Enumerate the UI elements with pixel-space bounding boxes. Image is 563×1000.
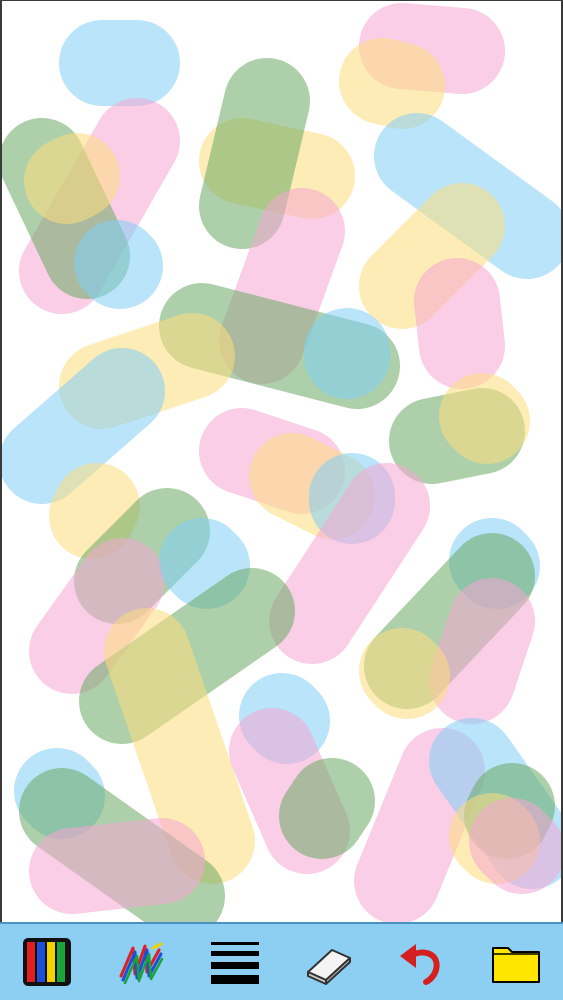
brush-stroke-green xyxy=(279,758,375,859)
brush-stroke-blue xyxy=(159,518,250,609)
stroke-layer xyxy=(2,3,561,922)
brush-stroke-green xyxy=(199,58,310,249)
open-folder-button[interactable] xyxy=(485,931,547,993)
brush-stroke-pink xyxy=(469,798,561,894)
brush-stroke-blue xyxy=(74,220,163,309)
brush-stroke-yellow xyxy=(439,373,530,464)
eraser-icon xyxy=(307,949,352,985)
brush-stroke-yellow xyxy=(339,38,445,129)
drawing-canvas[interactable] xyxy=(2,1,561,922)
brush-stroke-pink xyxy=(429,578,535,724)
drawing-app xyxy=(0,0,563,1000)
brush-stroke-yellow xyxy=(359,628,450,719)
line-width-icon xyxy=(210,942,259,984)
brush-stroke-yellow xyxy=(49,463,140,559)
bottom-toolbar xyxy=(0,922,563,1000)
line-width-button[interactable] xyxy=(204,931,266,993)
color-bars-icon xyxy=(22,938,71,986)
brush-stroke-pink xyxy=(414,258,505,389)
brush-stroke-blue xyxy=(2,348,165,504)
undo-arrow-icon xyxy=(400,944,440,985)
eraser-button[interactable] xyxy=(297,931,359,993)
folder-icon xyxy=(492,947,541,983)
brush-scribble-icon xyxy=(119,942,163,985)
color-palette-button[interactable] xyxy=(16,931,78,993)
undo-button[interactable] xyxy=(391,931,453,993)
brush-stroke-yellow xyxy=(24,133,120,224)
brush-stroke-pink xyxy=(354,728,485,922)
brush-stroke-pink xyxy=(29,818,205,914)
drawing-canvas-frame xyxy=(0,0,563,922)
brush-button[interactable] xyxy=(110,931,172,993)
